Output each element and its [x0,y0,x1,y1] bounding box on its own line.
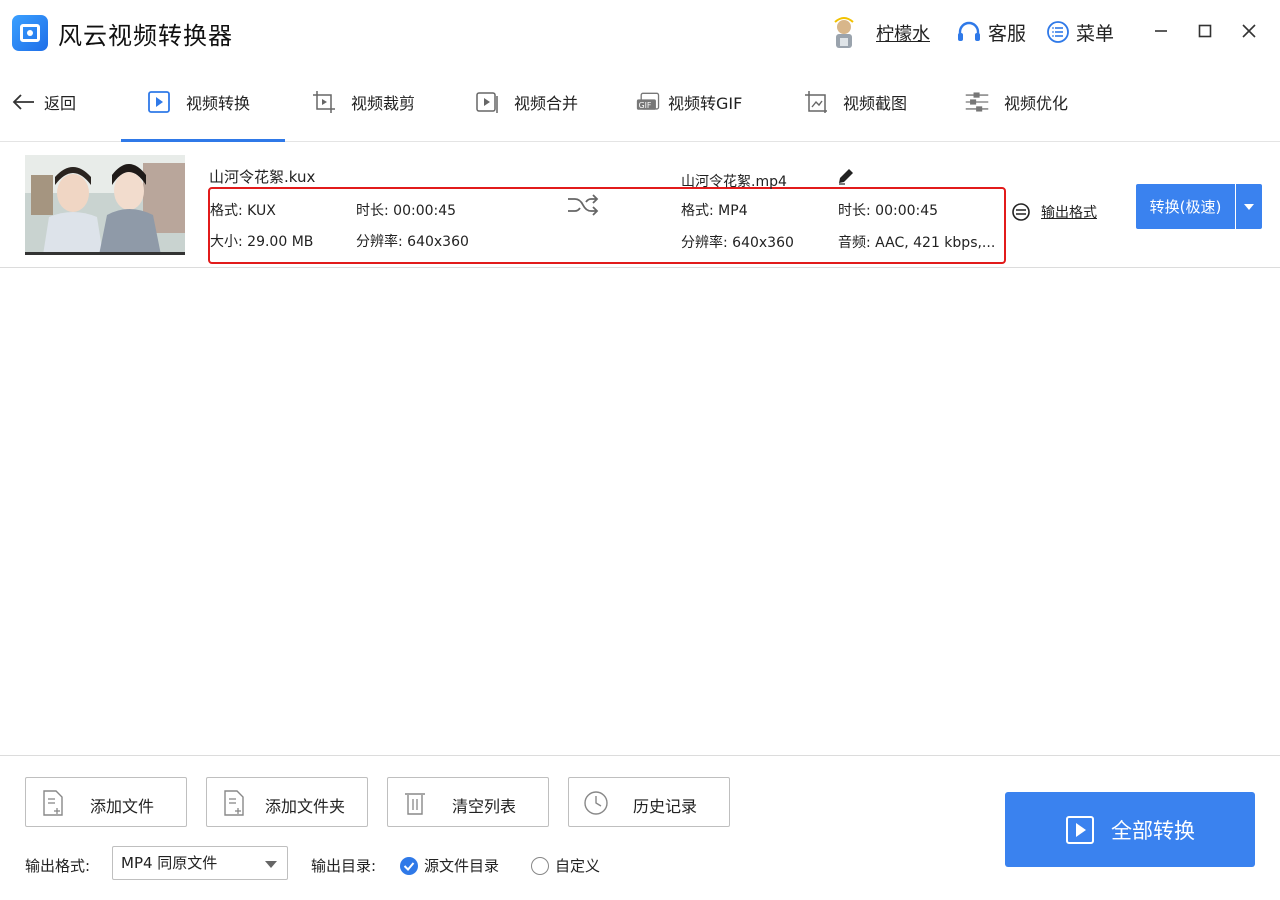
maximize-button[interactable] [1192,18,1218,44]
tool-nav-bar: 返回 视频转换 视频裁剪 视频合并 GIF 视频转GIF 视频截图 视频优化 [0,64,1280,142]
source-format: 格式: KUX [210,203,276,219]
output-format-link[interactable]: 输出格式 [1011,202,1097,222]
svg-text:GIF: GIF [639,101,652,110]
output-resolution: 分辨率: 640x360 [681,235,794,251]
shuffle-arrow-icon [568,194,599,216]
tab-video-convert[interactable]: 视频转换 [146,86,250,118]
minimize-icon [1155,30,1167,32]
convert-all-label: 全部转换 [1111,818,1195,843]
tab-video-to-gif[interactable]: GIF 视频转GIF [636,86,742,118]
convert-dropdown-button[interactable] [1236,184,1262,229]
add-file-button[interactable]: 添加文件 [25,777,187,827]
tab-video-merge[interactable]: 视频合并 [474,86,578,118]
user-avatar-icon[interactable] [826,14,862,52]
highlight-box [208,187,1006,264]
caret-down-icon [265,861,277,868]
headset-icon [958,21,980,41]
history-button[interactable]: 历史记录 [568,777,730,827]
clock-icon [584,791,608,815]
maximize-icon [1198,24,1212,38]
video-thumbnail[interactable] [25,155,185,255]
add-folder-label: 添加文件夹 [265,797,346,816]
add-folder-icon [224,790,244,816]
output-file-name: 山河令花絮.mp4 [681,174,787,190]
pencil-icon[interactable] [836,166,856,186]
output-duration: 时长: 00:00:45 [838,203,939,219]
screenshot-icon [805,91,827,113]
optimize-icon [965,92,989,112]
video-convert-icon [148,91,170,113]
caret-down-icon [1244,203,1254,210]
tab-label: 视频转GIF [668,94,743,113]
close-button[interactable] [1236,18,1262,44]
video-crop-icon [313,91,335,113]
user-name-link[interactable]: 柠檬水 [876,20,930,46]
tab-video-crop[interactable]: 视频裁剪 [311,86,415,118]
menu-icon [1047,21,1069,43]
app-logo-icon [12,15,48,51]
customer-service-button[interactable]: 客服 [956,18,1026,46]
convert-all-button[interactable]: 全部转换 [1005,792,1255,867]
back-button[interactable]: 返回 [12,90,76,114]
radio-source-dir[interactable]: 源文件目录 [400,855,499,876]
title-bar: 风云视频转换器 柠檬水 客服 菜单 [0,0,1280,64]
tab-video-screenshot[interactable]: 视频截图 [803,86,907,118]
tab-label: 视频截图 [843,94,908,113]
source-duration: 时长: 00:00:45 [356,203,457,219]
back-label: 返回 [44,94,77,113]
menu-button[interactable]: 菜单 [1046,18,1114,46]
customer-service-label: 客服 [988,22,1027,45]
source-size: 大小: 29.00 MB [210,234,314,250]
radio-checked-icon [400,856,418,875]
close-icon [1242,24,1256,38]
tab-label: 视频优化 [1004,94,1069,113]
convert-button[interactable]: 转换(极速) [1136,184,1235,229]
settings-switch-icon [1012,203,1030,221]
clear-list-label: 清空列表 [452,797,517,816]
gif-icon: GIF [636,92,660,110]
tab-video-optimize[interactable]: 视频优化 [964,86,1068,118]
minimize-button[interactable] [1148,18,1174,44]
play-icon [1066,815,1094,844]
trash-icon [405,793,425,815]
add-folder-button[interactable]: 添加文件夹 [206,777,368,827]
tab-label: 视频裁剪 [351,94,416,113]
output-format-select[interactable]: MP4 同原文件 [112,846,288,880]
tab-label: 视频转换 [186,94,251,113]
output-audio: 音频: AAC, 421 kbps,... [838,235,996,251]
radio-source-label: 源文件目录 [424,857,500,875]
output-dir-label: 输出目录: [311,857,377,875]
tab-label: 视频合并 [514,94,579,113]
arrow-left-icon [12,94,34,110]
radio-unchecked-icon [531,856,549,875]
radio-custom-dir[interactable]: 自定义 [531,855,600,876]
source-file-name: 山河令花絮.kux [209,168,316,186]
add-file-label: 添加文件 [90,797,155,816]
history-label: 历史记录 [633,797,698,816]
menu-label: 菜单 [1076,22,1115,45]
add-file-icon [43,790,63,816]
output-format-label: 输出格式 [1041,205,1097,221]
clear-list-button[interactable]: 清空列表 [387,777,549,827]
app-title: 风云视频转换器 [58,22,233,50]
output-format-label: 输出格式: [25,857,91,875]
video-merge-icon [476,92,498,113]
source-resolution: 分辨率: 640x360 [356,234,469,250]
output-format: 格式: MP4 [681,203,748,219]
output-format-value: MP4 同原文件 [121,854,218,872]
radio-custom-label: 自定义 [555,857,601,875]
bottom-panel: 添加文件 添加文件夹 清空列表 历史记录 输出格式: MP4 同原文件 输出目录… [0,755,1280,900]
file-list-row[interactable]: 山河令花絮.kux 格式: KUX 时长: 00:00:45 大小: 29.00… [0,142,1280,268]
